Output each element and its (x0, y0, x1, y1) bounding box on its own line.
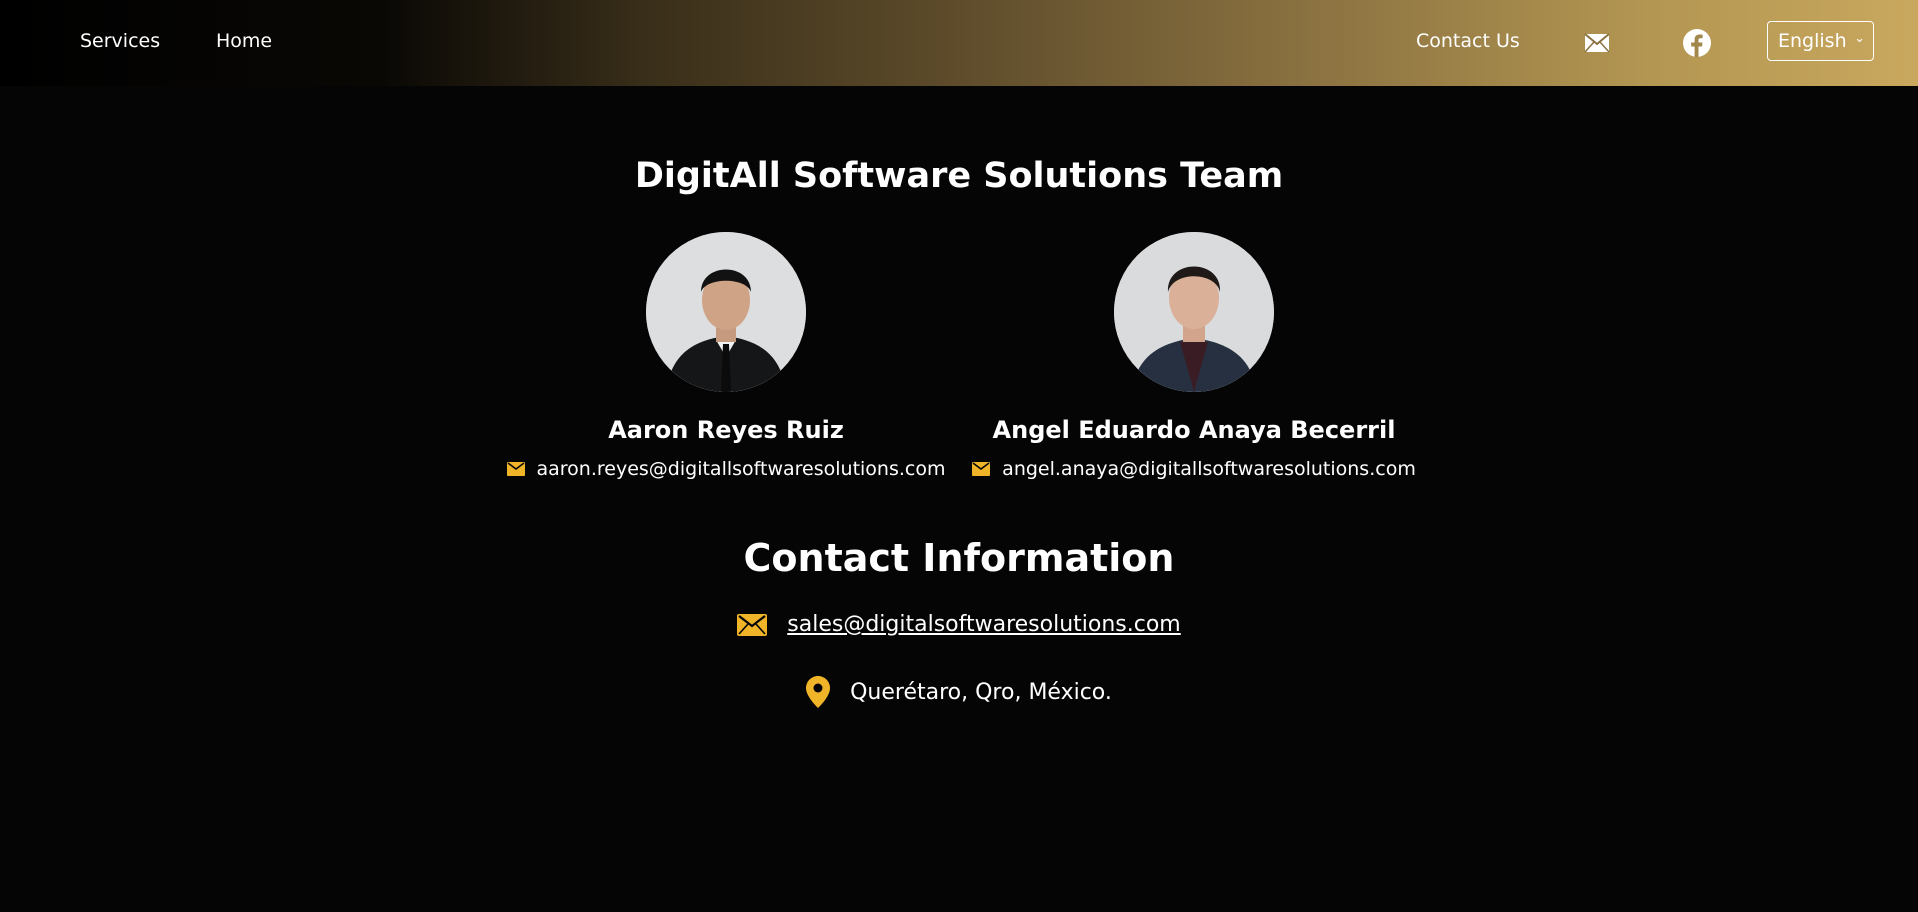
location-pin-icon (806, 676, 831, 708)
nav-home-link[interactable]: Home (216, 30, 272, 52)
contact-email-row: sales@digitalsoftwaresolutions.com (0, 612, 1918, 637)
contact-location: Querétaro, Qro, México. (850, 679, 1112, 705)
contact-email-link[interactable]: sales@digitalsoftwaresolutions.com (787, 612, 1180, 637)
nav-contact-us-link[interactable]: Contact Us (1416, 30, 1520, 52)
member-email[interactable]: aaron.reyes@digitallsoftwaresolutions.co… (537, 458, 946, 480)
language-select[interactable]: English ⌄ (1767, 21, 1874, 61)
language-select-value: English (1778, 30, 1847, 52)
member-email-row: aaron.reyes@digitallsoftwaresolutions.co… (476, 458, 976, 480)
envelope-icon (506, 462, 525, 476)
avatar (646, 232, 806, 392)
contact-title: Contact Information (743, 536, 1175, 580)
nav-services-link[interactable]: Services (80, 30, 160, 52)
envelope-icon (737, 613, 768, 636)
member-email[interactable]: angel.anaya@digitallsoftwaresolutions.co… (1002, 458, 1416, 480)
team-title: DigitAll Software Solutions Team (634, 156, 1284, 196)
avatar (1114, 232, 1274, 392)
member-name: Aaron Reyes Ruiz (608, 416, 844, 444)
envelope-icon (972, 462, 991, 476)
facebook-icon[interactable] (1680, 26, 1714, 60)
navbar: Services Home Contact Us English ⌄ (0, 0, 1918, 86)
team-member-card: Angel Eduardo Anaya Becerril angel.anaya… (944, 232, 1444, 480)
chevron-down-icon: ⌄ (1854, 31, 1865, 46)
mail-icon[interactable] (1580, 26, 1614, 60)
team-member-card: Aaron Reyes Ruiz aaron.reyes@digitallsof… (476, 232, 976, 480)
contact-location-row: Querétaro, Qro, México. (0, 676, 1918, 708)
member-name: Angel Eduardo Anaya Becerril (992, 416, 1396, 444)
member-email-row: angel.anaya@digitallsoftwaresolutions.co… (944, 458, 1444, 480)
